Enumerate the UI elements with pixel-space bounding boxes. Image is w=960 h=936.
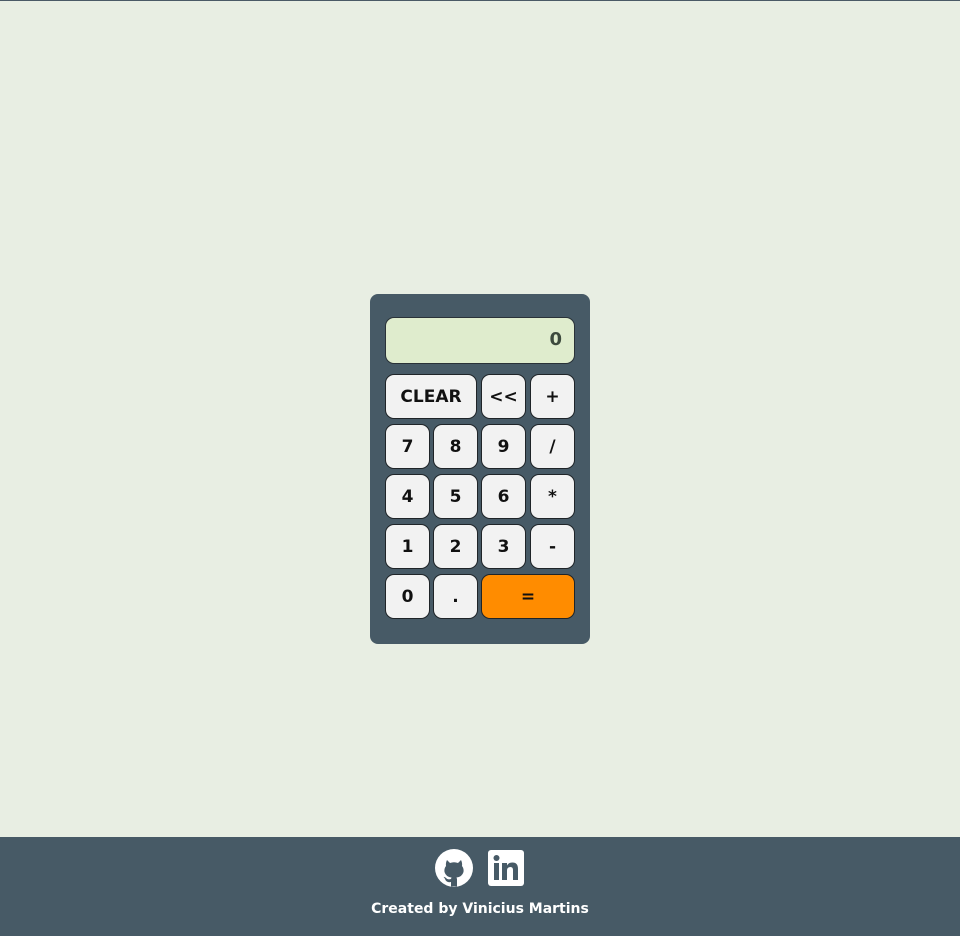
backspace-button[interactable]: << [481, 374, 526, 419]
calculator: 0 CLEAR << + 7 8 9 / 4 5 6 * 1 2 3 - 0 .… [370, 294, 590, 644]
clear-button[interactable]: CLEAR [385, 374, 477, 419]
multiply-button[interactable]: * [530, 474, 575, 519]
github-icon[interactable] [434, 848, 474, 888]
calculator-display: 0 [385, 317, 575, 364]
digit-1-button[interactable]: 1 [385, 524, 430, 569]
digit-7-button[interactable]: 7 [385, 424, 430, 469]
digit-3-button[interactable]: 3 [481, 524, 526, 569]
footer-credit: Created by Vinicius Martins [371, 901, 589, 917]
decimal-button[interactable]: . [433, 574, 478, 619]
divide-button[interactable]: / [530, 424, 575, 469]
footer: Created by Vinicius Martins [0, 837, 960, 936]
minus-button[interactable]: - [530, 524, 575, 569]
digit-2-button[interactable]: 2 [433, 524, 478, 569]
digit-5-button[interactable]: 5 [433, 474, 478, 519]
digit-6-button[interactable]: 6 [481, 474, 526, 519]
equals-button[interactable]: = [481, 574, 575, 619]
linkedin-icon[interactable] [486, 848, 526, 888]
page-main: 0 CLEAR << + 7 8 9 / 4 5 6 * 1 2 3 - 0 .… [0, 1, 960, 837]
digit-9-button[interactable]: 9 [481, 424, 526, 469]
social-links [0, 848, 960, 888]
digit-8-button[interactable]: 8 [433, 424, 478, 469]
digit-4-button[interactable]: 4 [385, 474, 430, 519]
digit-0-button[interactable]: 0 [385, 574, 430, 619]
plus-button[interactable]: + [530, 374, 575, 419]
